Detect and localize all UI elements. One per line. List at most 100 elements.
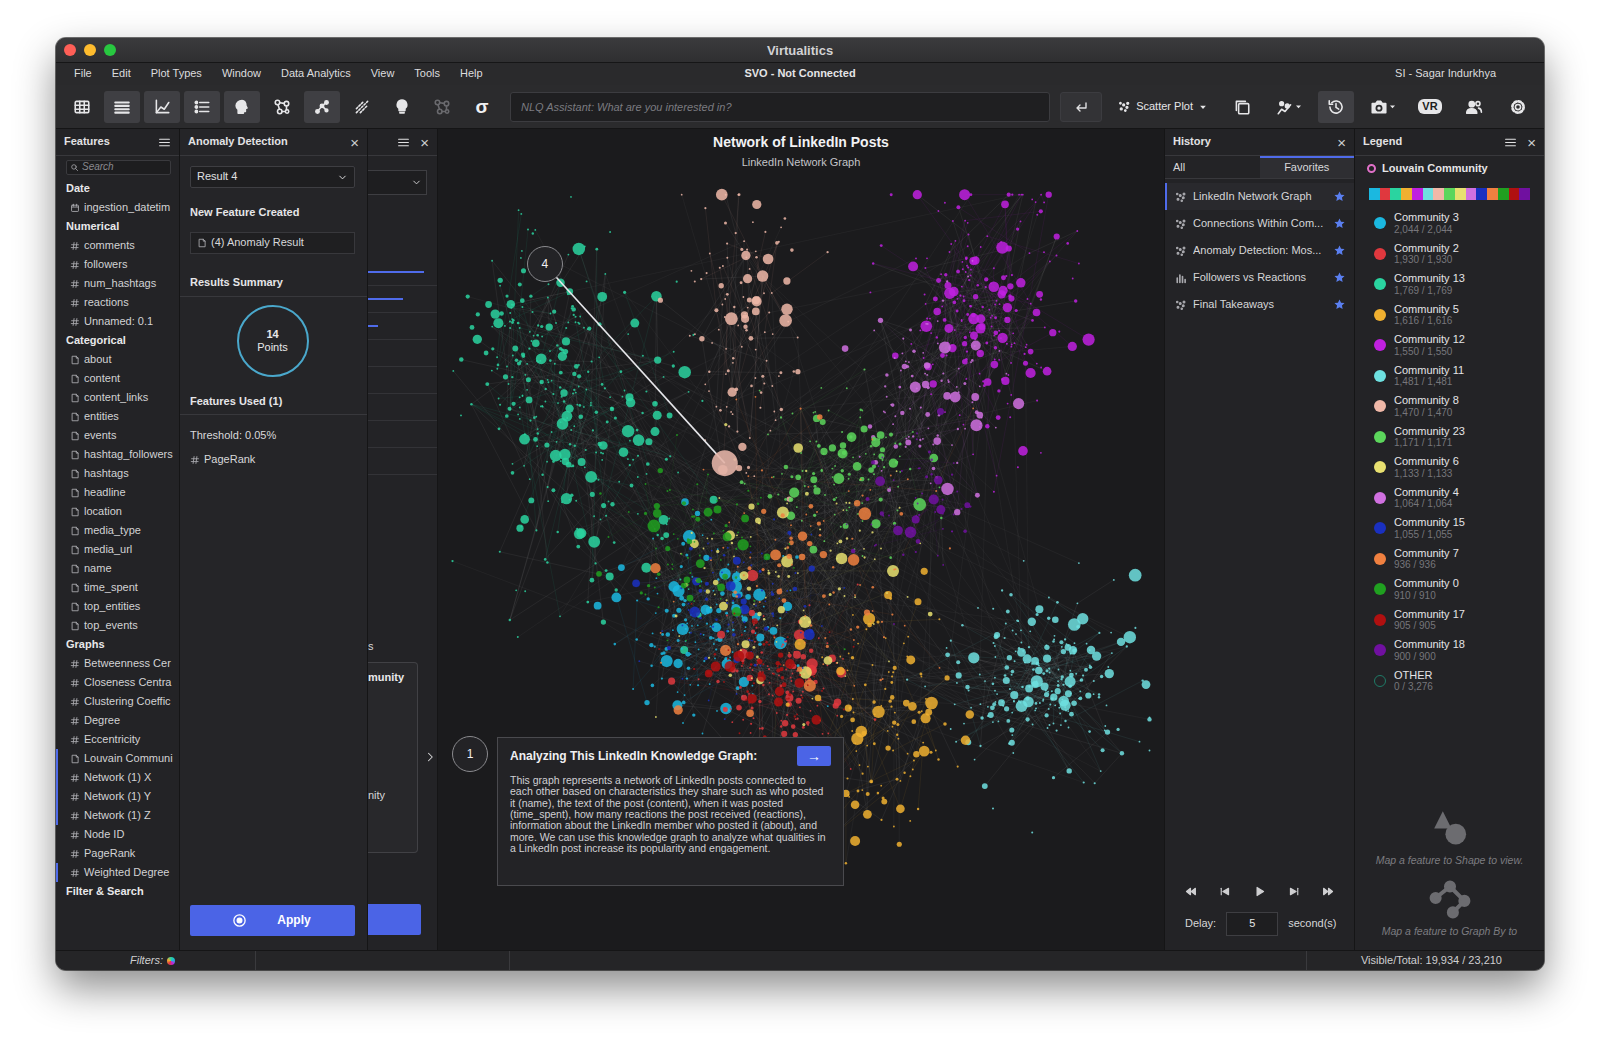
graph-node[interactable] bbox=[1015, 309, 1018, 312]
graph-node[interactable] bbox=[531, 340, 533, 342]
graph-node[interactable] bbox=[998, 286, 1007, 295]
graph-node[interactable] bbox=[949, 251, 951, 253]
toolbar-button[interactable] bbox=[1224, 91, 1260, 123]
graph-node[interactable] bbox=[936, 336, 938, 338]
graph-node[interactable] bbox=[1011, 346, 1013, 348]
graph-node[interactable] bbox=[491, 370, 493, 372]
graph-node[interactable] bbox=[585, 389, 587, 391]
graph-node[interactable] bbox=[629, 440, 631, 442]
graph-node[interactable] bbox=[645, 438, 652, 445]
graph-node[interactable] bbox=[470, 403, 473, 406]
graph-node[interactable] bbox=[574, 364, 579, 369]
toolbar-button[interactable] bbox=[384, 91, 420, 123]
graph-node[interactable] bbox=[991, 315, 993, 317]
graph-node[interactable] bbox=[944, 411, 946, 413]
graph-node[interactable] bbox=[1083, 334, 1095, 346]
graph-node[interactable] bbox=[517, 322, 520, 325]
graph-node[interactable] bbox=[529, 478, 531, 480]
graph-node[interactable] bbox=[996, 300, 998, 302]
graph-node[interactable] bbox=[532, 232, 534, 234]
feature-item[interactable]: Degree bbox=[56, 711, 179, 730]
graph-node[interactable] bbox=[646, 473, 648, 475]
close-button[interactable]: × bbox=[350, 135, 359, 150]
graph-node[interactable] bbox=[519, 327, 521, 329]
graph-node[interactable] bbox=[623, 291, 626, 294]
graph-node[interactable] bbox=[1035, 201, 1037, 203]
graph-node[interactable] bbox=[583, 327, 585, 329]
graph-node[interactable] bbox=[940, 353, 945, 358]
toolbar-button[interactable] bbox=[104, 91, 140, 123]
graph-node[interactable] bbox=[520, 515, 529, 524]
graph-node[interactable] bbox=[575, 316, 577, 318]
graph-node[interactable] bbox=[601, 383, 604, 386]
graph-node[interactable] bbox=[565, 404, 573, 412]
graph-node[interactable] bbox=[592, 429, 594, 431]
graph-node[interactable] bbox=[955, 240, 957, 242]
graph-node[interactable] bbox=[520, 298, 525, 303]
graph-node[interactable] bbox=[537, 432, 540, 435]
graph-node[interactable] bbox=[521, 306, 523, 308]
graph-node[interactable] bbox=[961, 286, 963, 288]
graph-node[interactable] bbox=[925, 303, 927, 305]
graph-node[interactable] bbox=[629, 464, 631, 466]
graph-node[interactable] bbox=[508, 407, 512, 411]
graph-node[interactable] bbox=[509, 409, 511, 411]
graph-node[interactable] bbox=[556, 531, 558, 533]
feature-item[interactable]: Louvain Communi bbox=[56, 749, 179, 768]
graph-node[interactable] bbox=[522, 394, 524, 396]
graph-node[interactable] bbox=[970, 331, 978, 339]
graph-node[interactable] bbox=[498, 278, 503, 283]
graph-node[interactable] bbox=[969, 305, 971, 307]
graph-node[interactable] bbox=[519, 396, 521, 398]
graph-node[interactable] bbox=[526, 363, 528, 365]
graph-node[interactable] bbox=[522, 355, 525, 358]
graph-node[interactable] bbox=[573, 444, 575, 446]
graph-node[interactable] bbox=[599, 441, 608, 450]
graph-node[interactable] bbox=[994, 316, 997, 319]
graph-node[interactable] bbox=[561, 493, 572, 504]
graph-node[interactable] bbox=[908, 261, 918, 271]
graph-node[interactable] bbox=[1023, 361, 1028, 366]
graph-node[interactable] bbox=[550, 313, 552, 315]
graph-node[interactable] bbox=[521, 250, 523, 252]
nlq-submit-button[interactable] bbox=[1060, 92, 1102, 122]
graph-node[interactable] bbox=[650, 427, 659, 436]
graph-node[interactable] bbox=[943, 318, 947, 322]
graph-node[interactable] bbox=[929, 318, 931, 320]
graph-node[interactable] bbox=[933, 297, 938, 302]
graph-node[interactable] bbox=[529, 419, 531, 421]
graph-node[interactable] bbox=[978, 323, 985, 330]
graph-node[interactable] bbox=[1009, 416, 1011, 418]
graph-node[interactable] bbox=[1008, 294, 1012, 298]
toolbar-button[interactable] bbox=[264, 91, 300, 123]
graph-node[interactable] bbox=[606, 573, 614, 581]
graph-node[interactable] bbox=[625, 393, 633, 401]
graph-node[interactable] bbox=[587, 327, 591, 331]
graph-node[interactable] bbox=[578, 404, 581, 407]
graph-node[interactable] bbox=[567, 321, 569, 323]
graph-node[interactable] bbox=[610, 502, 614, 506]
graph-node[interactable] bbox=[940, 273, 942, 275]
graph-node[interactable] bbox=[946, 355, 948, 357]
graph-node[interactable] bbox=[520, 213, 522, 215]
graph-node[interactable] bbox=[537, 428, 539, 430]
graph-node[interactable] bbox=[524, 433, 526, 435]
feature-item[interactable]: content bbox=[56, 369, 179, 388]
graph-node[interactable] bbox=[678, 366, 691, 379]
graph-node[interactable] bbox=[573, 314, 575, 316]
graph-node[interactable] bbox=[491, 326, 493, 328]
graph-node[interactable] bbox=[578, 386, 580, 388]
graph-node[interactable] bbox=[936, 278, 941, 283]
graph-node[interactable] bbox=[509, 321, 511, 323]
toolbar-button[interactable] bbox=[344, 91, 380, 123]
close-window-button[interactable] bbox=[64, 44, 76, 56]
graph-node[interactable] bbox=[485, 301, 492, 308]
graph-node[interactable] bbox=[604, 273, 606, 275]
toolbar-button[interactable] bbox=[1268, 91, 1310, 123]
graph-node[interactable] bbox=[593, 515, 595, 517]
graph-node[interactable] bbox=[991, 326, 993, 328]
toolbar-button[interactable] bbox=[1456, 91, 1492, 123]
graph-node[interactable] bbox=[601, 503, 606, 508]
graph-node[interactable] bbox=[516, 525, 523, 532]
graph-node[interactable] bbox=[558, 352, 567, 361]
